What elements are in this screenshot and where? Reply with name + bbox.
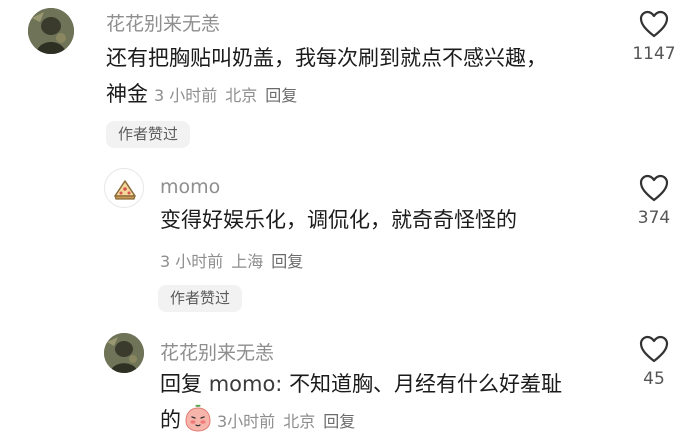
- like-count: 1147: [632, 44, 676, 64]
- comment-location: 北京: [283, 412, 316, 431]
- comment-time: 3 小时前: [154, 86, 218, 105]
- heart-icon: [639, 335, 669, 363]
- reply-button[interactable]: 回复: [323, 412, 355, 431]
- comment-location: 北京: [225, 86, 258, 105]
- author-liked-badge: 作者赞过: [106, 121, 191, 148]
- comment-text: 还有把胸贴叫奶盖，我每次刷到就点不感兴趣， 神金 3 小时前 北京 回复: [106, 40, 547, 114]
- reply-button[interactable]: 回复: [271, 252, 303, 271]
- comment-text-line-1: 还有把胸贴叫奶盖，我每次刷到就点不感兴趣，: [106, 46, 547, 70]
- comment-time: 3小时前: [217, 412, 276, 431]
- heart-icon: [639, 174, 669, 202]
- comment-location: 上海: [231, 252, 264, 271]
- like-count: 374: [637, 208, 671, 228]
- reply-button[interactable]: 回复: [265, 86, 297, 105]
- comment-time: 3 小时前: [160, 252, 224, 271]
- username[interactable]: momo: [160, 176, 220, 198]
- username[interactable]: 花花别来无恙: [106, 9, 220, 36]
- like-button[interactable]: 1147: [624, 10, 684, 64]
- like-button[interactable]: 45: [624, 335, 684, 389]
- comment-text-line-2: 神金: [106, 82, 148, 106]
- comment-text-line-1: 不知道胸、月经有什么好羞耻: [289, 372, 563, 396]
- avatar[interactable]: [104, 168, 144, 208]
- reply-prefix: 回复: [160, 372, 202, 396]
- avatar[interactable]: [28, 8, 74, 54]
- comment-text-line-2: 的: [160, 408, 181, 432]
- username[interactable]: 花花别来无恙: [160, 338, 274, 365]
- like-button[interactable]: 374: [624, 174, 684, 228]
- reply-target[interactable]: momo:: [209, 372, 283, 396]
- author-liked-badge: 作者赞过: [158, 285, 243, 312]
- comment-meta: 3小时前 北京 回复: [217, 412, 363, 431]
- comment-meta: 3 小时前 上海 回复: [160, 248, 311, 272]
- heart-icon: [639, 10, 669, 38]
- peach-face-emoji-icon: [183, 403, 213, 444]
- comment-meta: 3 小时前 北京 回复: [154, 86, 305, 105]
- avatar[interactable]: [104, 333, 144, 373]
- like-count: 45: [643, 369, 665, 389]
- comment-text: 变得好娱乐化，调侃化，就奇奇怪怪的: [160, 208, 517, 232]
- comment-text: 回复 momo: 不知道胸、月经有什么好羞耻 的 3小时前 北京 回复: [160, 366, 562, 444]
